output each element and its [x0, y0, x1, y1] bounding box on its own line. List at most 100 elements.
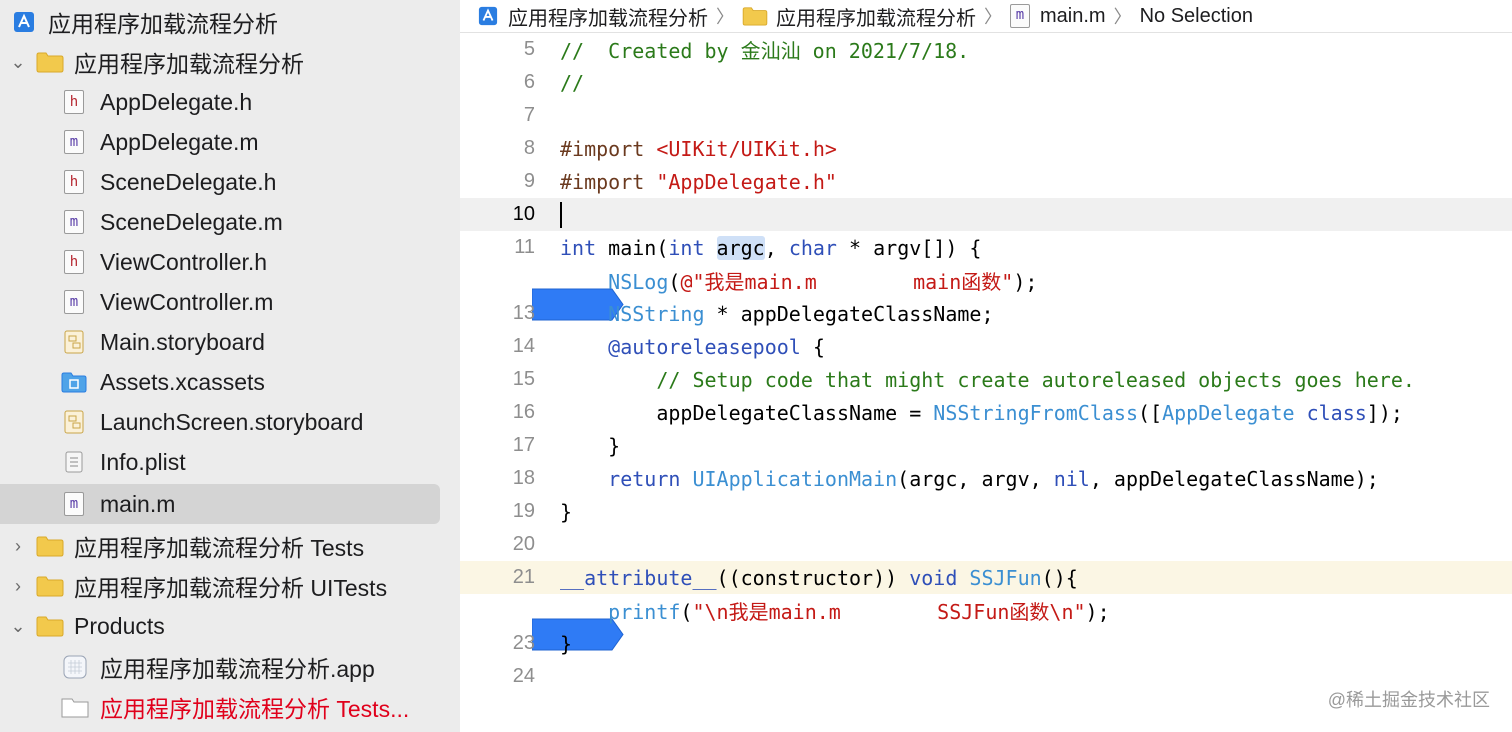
- header-file-icon: h: [64, 90, 84, 114]
- navigator-group-row[interactable]: › 应用程序加载流程分析 UITests: [0, 566, 460, 606]
- code-string: <UIKit/UIKit.h>: [656, 136, 837, 161]
- jumpbar-group[interactable]: 应用程序加载流程分析: [742, 2, 976, 31]
- product-name: 应用程序加载流程分析.app: [100, 656, 375, 682]
- file-row[interactable]: Info.plist: [0, 442, 460, 482]
- code-line[interactable]: 7: [460, 99, 1512, 132]
- product-row[interactable]: 应用程序加载流程分析 Tests...: [0, 687, 460, 727]
- line-number: 15: [512, 368, 535, 390]
- file-row[interactable]: Assets.xcassets: [0, 362, 460, 402]
- code-line[interactable]: 20: [460, 528, 1512, 561]
- implementation-file-icon: m: [64, 130, 84, 154]
- line-number: 21: [512, 566, 535, 588]
- chevron-down-icon[interactable]: ⌄: [10, 616, 26, 637]
- code-line[interactable]: 9 #import "AppDelegate.h": [460, 165, 1512, 198]
- implementation-file-icon: m: [64, 210, 84, 234]
- navigator-project-row[interactable]: 应用程序加载流程分析: [0, 2, 460, 42]
- file-row[interactable]: m AppDelegate.m: [0, 122, 460, 162]
- code-line[interactable]: 15 // Setup code that might create autor…: [460, 363, 1512, 396]
- code-text: appDelegateClassName = NSStringFromClass…: [560, 400, 1403, 425]
- code-line[interactable]: 23 }: [460, 627, 1512, 660]
- line-number: 23: [512, 632, 535, 654]
- file-row[interactable]: h SceneDelegate.h: [0, 162, 460, 202]
- chevron-right-icon[interactable]: ›: [10, 536, 26, 557]
- header-file-icon: h: [64, 170, 84, 194]
- code-line-current[interactable]: 21 __attribute__((constructor)) void SSJ…: [460, 561, 1512, 594]
- file-name: AppDelegate.m: [100, 128, 259, 155]
- code-line[interactable]: 13 NSString * appDelegateClassName;: [460, 297, 1512, 330]
- code-line[interactable]: 19 }: [460, 495, 1512, 528]
- file-row-selected[interactable]: m main.m: [0, 484, 460, 524]
- line-number: 5: [523, 38, 535, 60]
- code-line[interactable]: 17 }: [460, 429, 1512, 462]
- chevron-right-icon: 〉: [984, 7, 1002, 27]
- jumpbar-file-label: main.m: [1040, 4, 1106, 27]
- code-line[interactable]: 6 //: [460, 66, 1512, 99]
- line-number: 11: [514, 236, 535, 258]
- file-row[interactable]: h AppDelegate.h: [0, 82, 460, 122]
- line-number: 13: [512, 302, 535, 324]
- code-import-directive: #import: [560, 169, 645, 194]
- code-line[interactable]: 12 NSLog(@"我是main.m main函数");: [460, 264, 1512, 321]
- group-name: 应用程序加载流程分析: [74, 51, 304, 77]
- storyboard-icon: [63, 330, 85, 354]
- file-row[interactable]: m ViewController.m: [0, 282, 460, 322]
- code-line[interactable]: 16 appDelegateClassName = NSStringFromCl…: [460, 396, 1512, 429]
- file-name: SceneDelegate.h: [100, 168, 277, 195]
- code-line-cursor[interactable]: 10: [460, 198, 1512, 231]
- folder-icon: [36, 536, 64, 557]
- code-line[interactable]: 5 // Created by 金汕汕 on 2021/7/18.: [460, 33, 1512, 66]
- jumpbar-project[interactable]: 应用程序加载流程分析: [478, 2, 708, 31]
- code-line[interactable]: 18 return UIApplicationMain(argc, argv, …: [460, 462, 1512, 495]
- code-comment: // Created by 金汕汕 on 2021/7/18.: [560, 39, 970, 63]
- folder-icon: [742, 7, 768, 26]
- test-bundle-icon: [60, 694, 90, 720]
- group-name: Products: [74, 612, 165, 639]
- code-text: }: [560, 433, 621, 458]
- navigator-group-row[interactable]: › 应用程序加载流程分析 Tests: [0, 526, 460, 566]
- file-row[interactable]: Main.storyboard: [0, 322, 460, 362]
- line-number: 7: [523, 104, 535, 126]
- line-number: 8: [523, 137, 535, 159]
- chevron-down-icon[interactable]: ⌄: [10, 52, 26, 73]
- line-number: 24: [512, 665, 535, 687]
- line-number: 16: [512, 401, 535, 423]
- implementation-file-icon: m: [64, 492, 84, 516]
- chevron-right-icon[interactable]: ›: [10, 576, 26, 597]
- code-line[interactable]: 11 int main(int argc, char * argv[]) {: [460, 231, 1512, 264]
- text-cursor: [560, 201, 562, 228]
- xcode-project-icon: [12, 10, 36, 34]
- navigator-group-row[interactable]: ⌄ 应用程序加载流程分析: [0, 42, 460, 82]
- code-text: NSLog(@"我是main.m main函数");: [608, 270, 1038, 294]
- file-row[interactable]: m SceneDelegate.m: [0, 202, 460, 242]
- code-line[interactable]: 22 printf("\n我是main.m SSJFun函数\n");: [460, 594, 1512, 651]
- code-text: @autoreleasepool {: [608, 334, 825, 359]
- implementation-file-icon: m: [64, 290, 84, 314]
- chevron-right-icon: 〉: [716, 7, 734, 27]
- asset-catalog-icon: [61, 370, 87, 394]
- jumpbar-file[interactable]: m main.m: [1010, 4, 1106, 28]
- file-name: ViewController.m: [100, 288, 274, 315]
- folder-icon: [36, 576, 64, 597]
- line-number: 14: [512, 335, 535, 357]
- file-name: Info.plist: [100, 448, 186, 475]
- product-row[interactable]: 应用程序加载流程分析.app: [0, 647, 460, 687]
- code-text: int main(int argc, char * argv[]) {: [560, 235, 982, 260]
- plist-icon: [64, 450, 84, 474]
- code-text: return UIApplicationMain(argc, argv, nil…: [608, 466, 1379, 491]
- file-name: AppDelegate.h: [100, 88, 253, 115]
- code-text: }: [560, 631, 573, 656]
- file-row[interactable]: h ViewController.h: [0, 242, 460, 282]
- code-line[interactable]: 14 @autoreleasepool {: [460, 330, 1512, 363]
- source-editor[interactable]: 应用程序加载流程分析 〉 应用程序加载流程分析 〉 m main.m 〉 No …: [460, 0, 1512, 732]
- code-text: #import <UIKit/UIKit.h>: [560, 137, 837, 161]
- file-name: LaunchScreen.storyboard: [100, 408, 364, 435]
- navigator-group-row[interactable]: ⌄ Products: [0, 606, 460, 646]
- jumpbar-selection[interactable]: No Selection: [1140, 5, 1253, 28]
- line-number: 20: [512, 533, 535, 555]
- file-row[interactable]: LaunchScreen.storyboard: [0, 402, 460, 442]
- highlighted-symbol: argc: [716, 235, 765, 260]
- group-name: 应用程序加载流程分析 Tests: [74, 535, 365, 561]
- line-number: 18: [512, 467, 535, 489]
- code-line[interactable]: 8 #import <UIKit/UIKit.h>: [460, 132, 1512, 165]
- line-number: 10: [512, 203, 535, 225]
